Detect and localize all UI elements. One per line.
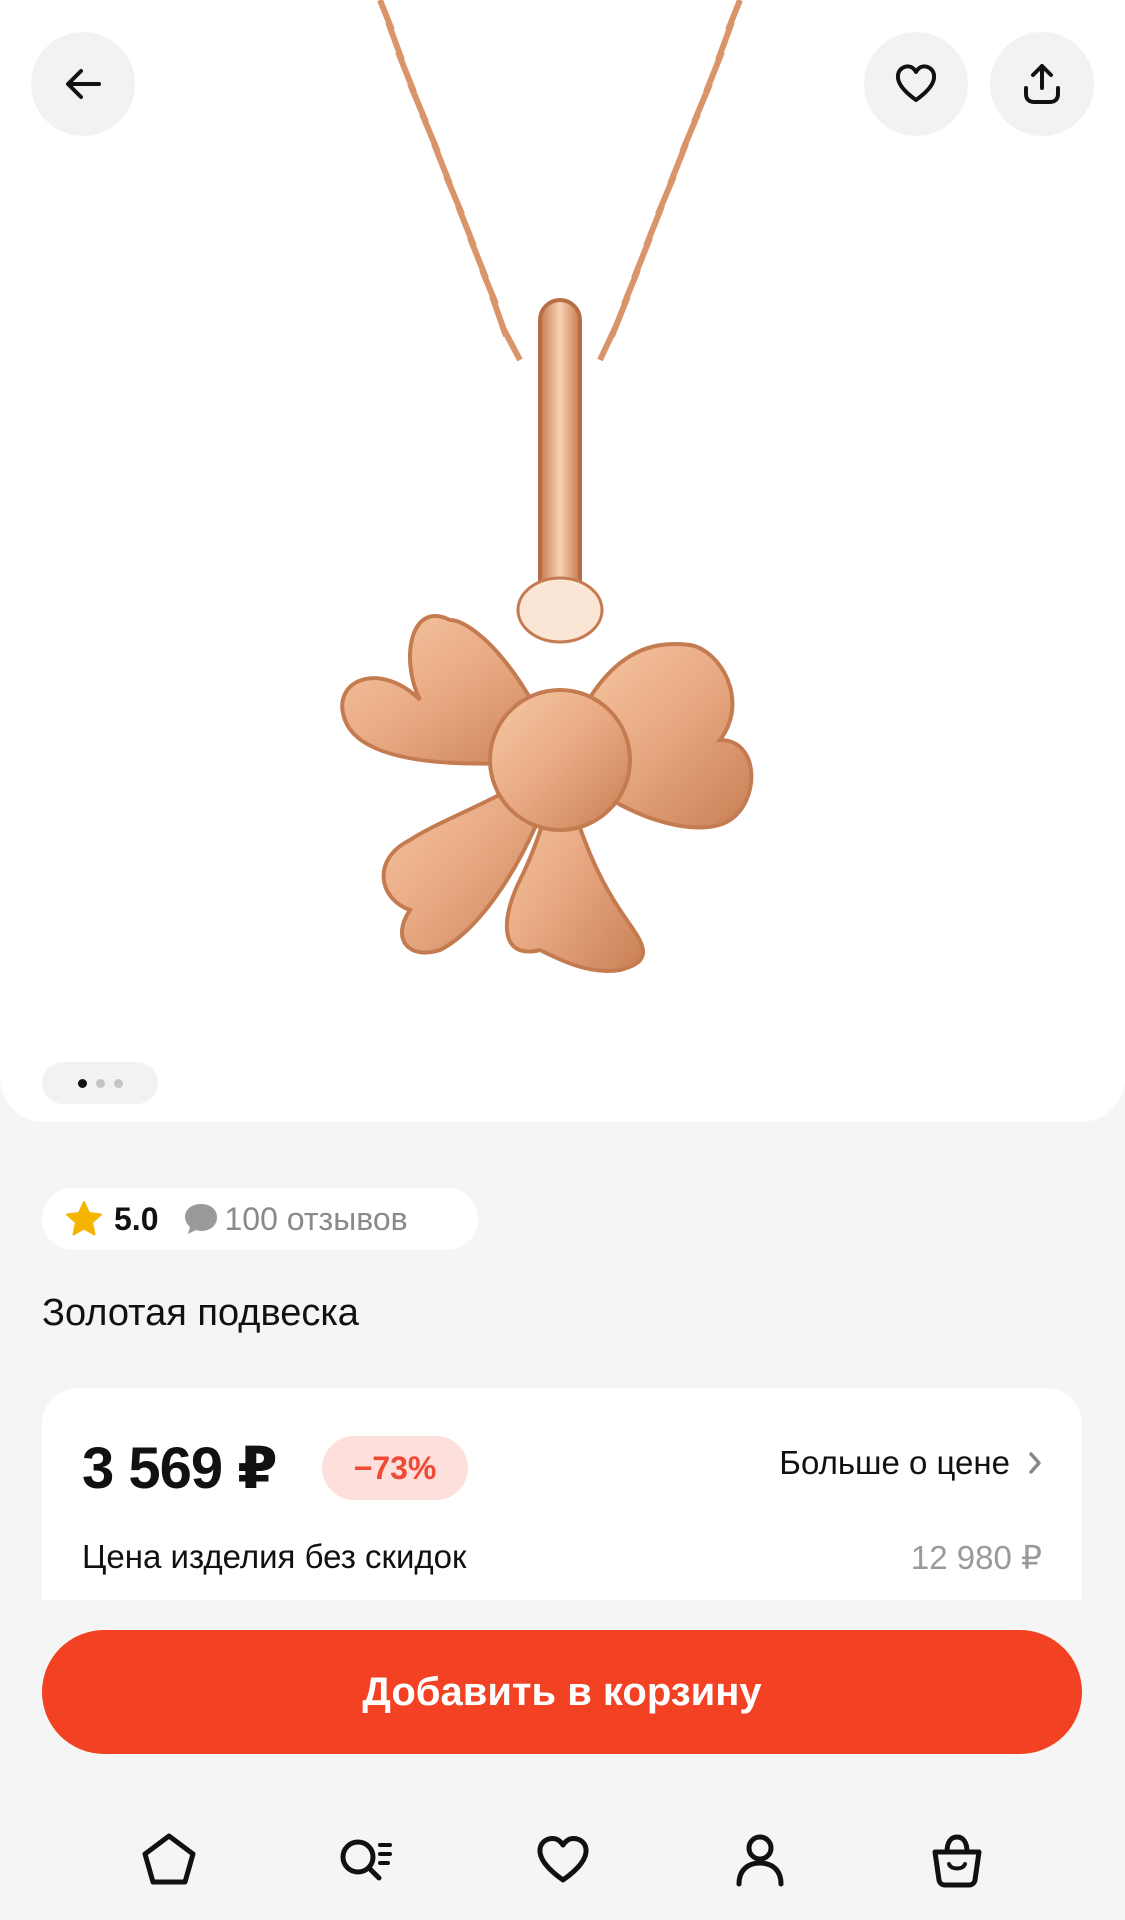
back-button[interactable] [31, 32, 135, 136]
rating-value: 5.0 [114, 1200, 159, 1237]
comment-icon [185, 1204, 218, 1234]
gallery-pagination [42, 1062, 158, 1104]
pagination-dot [113, 1078, 123, 1088]
tab-cart[interactable] [897, 1815, 1017, 1905]
tab-favorites[interactable] [503, 1815, 623, 1905]
heart-icon [895, 64, 937, 102]
base-price-value: 12 980 ₽ [910, 1539, 1042, 1576]
price-card: 3 569 ₽ −73% Больше о цене Цена изделия … [42, 1388, 1082, 1600]
home-icon [142, 1833, 195, 1885]
product-gallery[interactable] [0, 0, 1125, 1122]
pagination-dot-active [77, 1078, 87, 1088]
bottom-tab-bar [0, 1800, 1125, 1920]
product-title: Золотая подвеска [42, 1292, 359, 1334]
star-icon [66, 1201, 102, 1236]
current-price: 3 569 ₽ [82, 1436, 278, 1501]
share-button[interactable] [990, 32, 1094, 136]
pagination-dot [95, 1078, 105, 1088]
tab-profile[interactable] [700, 1815, 820, 1905]
chevron-right-icon [1029, 1452, 1041, 1474]
tab-catalog[interactable] [306, 1815, 426, 1905]
more-about-price-label: Больше о цене [779, 1444, 1010, 1481]
share-icon [1024, 64, 1060, 104]
catalog-search-icon [340, 1839, 392, 1881]
cart-bag-icon [932, 1834, 981, 1888]
favorite-button[interactable] [864, 32, 968, 136]
base-price-label: Цена изделия без скидок [82, 1538, 467, 1575]
discount-badge: −73% [322, 1436, 468, 1500]
more-about-price-link[interactable]: Больше о цене [779, 1444, 1046, 1482]
add-to-cart-button[interactable]: Добавить в корзину [42, 1630, 1082, 1754]
reviews-count: 100 отзывов [224, 1200, 408, 1237]
profile-icon [736, 1834, 783, 1887]
rating-summary[interactable]: 5.0 100 отзывов [42, 1188, 478, 1250]
tab-home[interactable] [109, 1815, 229, 1905]
product-image [340, 0, 754, 973]
favorites-icon [536, 1836, 589, 1883]
arrow-left-icon [66, 69, 101, 99]
